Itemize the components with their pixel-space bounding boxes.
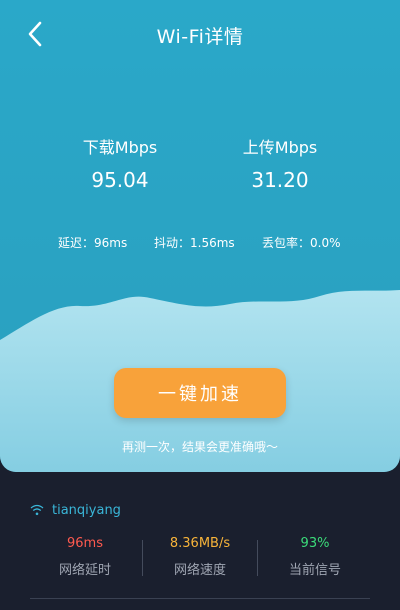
download-label: 下载Mbps xyxy=(82,138,158,157)
packet-loss-stat: 丢包率：0.0% xyxy=(262,236,341,250)
upload-speed: 上传Mbps 31.20 xyxy=(210,134,350,192)
wifi-network-row: tianqiyang xyxy=(30,500,121,520)
ssid-label: tianqiyang xyxy=(52,502,121,518)
metric-signal-value: 93% xyxy=(300,536,330,551)
upload-label: 上传Mbps xyxy=(242,138,318,157)
network-stats: 延迟：96ms 抖动：1.56ms 丢包率：0.0% xyxy=(0,234,400,250)
metric-speed-value: 8.36MB/s xyxy=(169,536,231,551)
metric-signal: 93% 当前信号 xyxy=(258,536,372,578)
metric-signal-label: 当前信号 xyxy=(288,563,341,578)
upload-value: 31.20 xyxy=(251,168,309,192)
page-title: Wi-Fi详情 xyxy=(156,26,244,48)
network-metrics: 96ms 网络延时 8.36MB/s 网络速度 93% 当前信号 xyxy=(28,536,372,584)
retest-hint[interactable]: 再测一次，结果会更准确哦～ xyxy=(0,438,400,455)
jitter-stat: 抖动：1.56ms xyxy=(154,236,235,250)
boost-button[interactable]: 一键加速 xyxy=(114,368,286,418)
metric-latency: 96ms 网络延时 xyxy=(28,536,142,578)
metric-speed-label: 网络速度 xyxy=(173,563,226,578)
speed-panel: Wi-Fi详情 下载Mbps 95.04 上传Mbps 31.20 延迟：96m… xyxy=(0,0,400,472)
bottom-divider xyxy=(30,598,370,599)
download-value: 95.04 xyxy=(91,168,149,192)
metric-latency-label: 网络延时 xyxy=(58,563,111,578)
download-speed: 下载Mbps 95.04 xyxy=(50,134,190,192)
metric-speed: 8.36MB/s 网络速度 xyxy=(143,536,257,578)
wifi-icon xyxy=(30,504,44,516)
metric-latency-value: 96ms xyxy=(67,536,103,551)
latency-stat: 延迟：96ms xyxy=(58,236,128,250)
